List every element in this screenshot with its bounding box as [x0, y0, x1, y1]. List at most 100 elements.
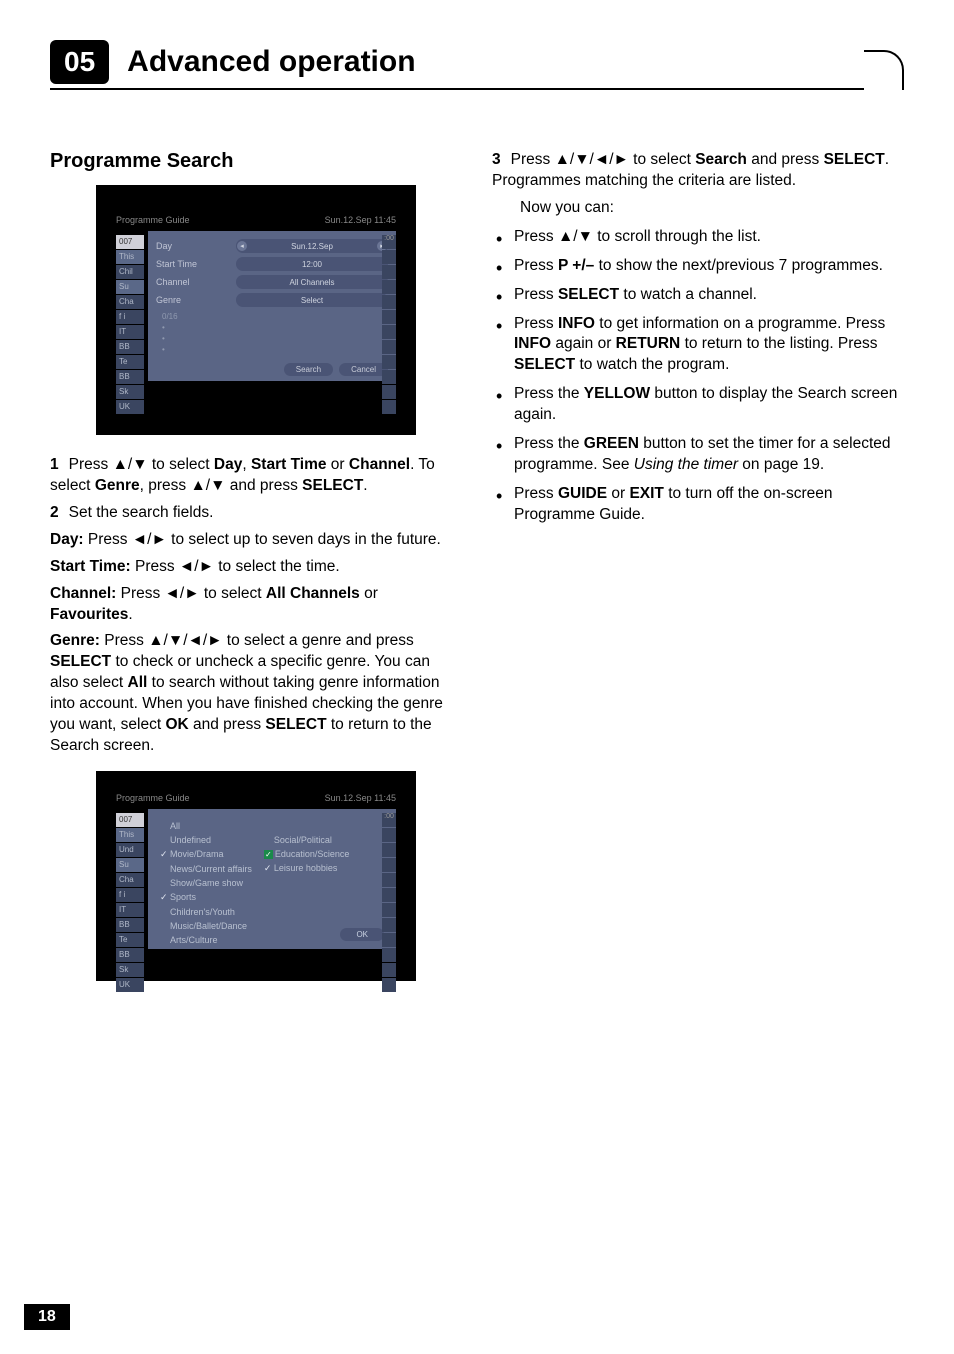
- guide-title: Programme Guide: [116, 793, 190, 803]
- sidebar-item: f i: [116, 888, 144, 902]
- arrow-left-icon[interactable]: ◂: [237, 241, 247, 251]
- screenshot-header: Programme Guide Sun.12.Sep 11:45: [116, 215, 396, 225]
- time-cell: :00: [382, 813, 396, 827]
- left-column: Programme Search Programme Guide Sun.12.…: [50, 150, 462, 981]
- chapter-number-badge: 05: [50, 40, 109, 84]
- genre-field-desc: Genre: Press ▲/▼/◄/► to select a genre a…: [50, 631, 462, 757]
- sidebar-item: This: [116, 828, 144, 842]
- search-button[interactable]: Search: [284, 363, 333, 376]
- bullet-item: Press the GREEN button to set the timer …: [492, 434, 904, 476]
- start-time-label: Start Time: [156, 259, 236, 269]
- channel-sidebar: 007 This Und Su Cha f i IT BB Te BB Sk U…: [116, 813, 144, 993]
- check-icon: ✓: [264, 850, 273, 859]
- right-strip: :00: [382, 813, 396, 993]
- sidebar-item: Te: [116, 355, 144, 369]
- check-icon: ✓: [264, 863, 274, 874]
- left-body-text: 1Press ▲/▼ to select Day, Start Time or …: [50, 455, 462, 757]
- genre-item[interactable]: ✓Sports: [160, 890, 252, 905]
- day-field[interactable]: ◂Sun.12.Sep▸: [236, 239, 388, 253]
- sidebar-item: f i: [116, 310, 144, 324]
- sidebar-item: Sk: [116, 385, 144, 399]
- section-title: Programme Search: [50, 150, 462, 173]
- button-row: Search Cancel: [156, 363, 388, 376]
- guide-datetime: Sun.12.Sep 11:45: [325, 793, 396, 803]
- genre-item[interactable]: ✓Movie/Drama: [160, 847, 252, 862]
- check-icon: ✓: [160, 849, 170, 860]
- sidebar-item: Su: [116, 858, 144, 872]
- cancel-button[interactable]: Cancel: [339, 363, 388, 376]
- programme-guide-search-screenshot: Programme Guide Sun.12.Sep 11:45 007 Thi…: [96, 185, 416, 435]
- sidebar-item: Cha: [116, 295, 144, 309]
- search-panel: Day ◂Sun.12.Sep▸ Start Time 12:00 Channe…: [148, 231, 396, 381]
- sidebar-item: Cha: [116, 873, 144, 887]
- start-time-field[interactable]: 12:00: [236, 257, 388, 271]
- genre-item[interactable]: Music/Ballet/Dance: [160, 919, 252, 933]
- genre-count: 0/16 • • •: [162, 311, 388, 355]
- sidebar-item: Chil: [116, 265, 144, 279]
- sidebar-item: UK: [116, 978, 144, 992]
- sidebar-item: UK: [116, 400, 144, 414]
- sidebar-item: BB: [116, 948, 144, 962]
- step-1: 1Press ▲/▼ to select Day, Start Time or …: [50, 455, 462, 497]
- channel-sidebar: 007 This Chil Su Cha f i IT BB Te BB Sk …: [116, 235, 144, 415]
- right-body-text: 3Press ▲/▼/◄/► to select Search and pres…: [492, 150, 904, 526]
- genre-field[interactable]: Select: [236, 293, 388, 307]
- bullet-list: Press ▲/▼ to scroll through the list. Pr…: [492, 227, 904, 526]
- genre-select-screenshot: Programme Guide Sun.12.Sep 11:45 007 Thi…: [96, 771, 416, 981]
- genre-item[interactable]: Undefined: [160, 833, 252, 847]
- step-3: 3Press ▲/▼/◄/► to select Search and pres…: [492, 150, 904, 192]
- sidebar-item: 007: [116, 235, 144, 249]
- page-header: 05 Advanced operation: [50, 40, 904, 90]
- time-cell: :00: [382, 235, 396, 249]
- channel-field[interactable]: All Channels: [236, 275, 388, 289]
- sidebar-item: This: [116, 250, 144, 264]
- ok-button[interactable]: OK: [340, 928, 384, 941]
- bullet-item: Press SELECT to watch a channel.: [492, 285, 904, 306]
- bullet-item: Press INFO to get information on a progr…: [492, 314, 904, 377]
- sidebar-item: IT: [116, 325, 144, 339]
- genre-item[interactable]: Children's/Youth: [160, 905, 252, 919]
- sidebar-item: Und: [116, 843, 144, 857]
- genre-item[interactable]: ✓Education/Science: [264, 847, 350, 861]
- page-number: 18: [24, 1304, 70, 1330]
- bullet-item: Press ▲/▼ to scroll through the list.: [492, 227, 904, 248]
- step-number: 1: [50, 456, 59, 473]
- bullet-item: Press the YELLOW button to display the S…: [492, 384, 904, 426]
- channel-row: Channel All Channels: [156, 275, 388, 289]
- sidebar-item: BB: [116, 340, 144, 354]
- step-number: 2: [50, 504, 59, 521]
- right-strip: :00: [382, 235, 396, 415]
- genre-item[interactable]: Arts/Culture: [160, 933, 252, 947]
- check-icon: ✓: [160, 892, 170, 903]
- sidebar-item: 007: [116, 813, 144, 827]
- genre-item[interactable]: ✓Leisure hobbies: [264, 861, 350, 876]
- sidebar-item: Sk: [116, 963, 144, 977]
- step-number: 3: [492, 151, 501, 168]
- sidebar-item: BB: [116, 370, 144, 384]
- day-row: Day ◂Sun.12.Sep▸: [156, 239, 388, 253]
- now-you-can: Now you can:: [520, 198, 904, 219]
- sidebar-item: IT: [116, 903, 144, 917]
- genre-item[interactable]: All: [160, 819, 252, 833]
- genre-item[interactable]: Show/Game show: [160, 876, 252, 890]
- day-field-desc: Day: Press ◄/► to select up to seven day…: [50, 530, 462, 551]
- bullet-item: Press GUIDE or EXIT to turn off the on-s…: [492, 484, 904, 526]
- step-2: 2Set the search fields.: [50, 503, 462, 524]
- start-time-row: Start Time 12:00: [156, 257, 388, 271]
- sidebar-item: BB: [116, 918, 144, 932]
- channel-field-desc: Channel: Press ◄/► to select All Channel…: [50, 584, 462, 626]
- genre-label: Genre: [156, 295, 236, 305]
- genre-right-column: Social/Political ✓Education/Science ✓Lei…: [264, 819, 350, 947]
- genre-item[interactable]: Social/Political: [264, 833, 350, 847]
- channel-label: Channel: [156, 277, 236, 287]
- content-columns: Programme Search Programme Guide Sun.12.…: [50, 150, 904, 981]
- sidebar-item: Su: [116, 280, 144, 294]
- header-decorative-curve: [864, 50, 904, 90]
- right-column: 3Press ▲/▼/◄/► to select Search and pres…: [492, 150, 904, 981]
- genre-item[interactable]: News/Current affairs: [160, 862, 252, 876]
- screenshot-header: Programme Guide Sun.12.Sep 11:45: [116, 793, 396, 803]
- guide-title: Programme Guide: [116, 215, 190, 225]
- genre-panel: All Undefined ✓Movie/Drama News/Current …: [148, 809, 396, 949]
- chapter-title: Advanced operation: [127, 45, 415, 79]
- guide-datetime: Sun.12.Sep 11:45: [325, 215, 396, 225]
